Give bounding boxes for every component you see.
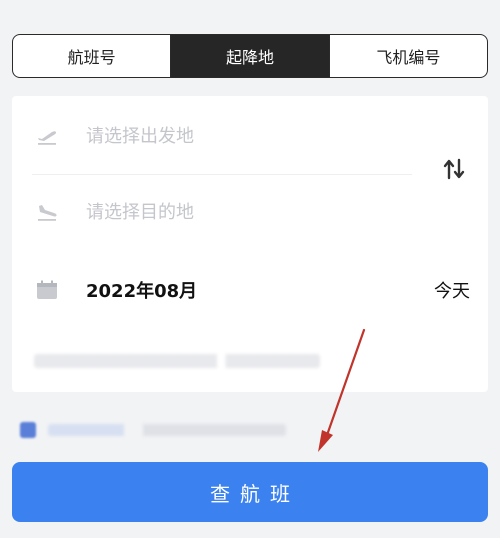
departure-input[interactable] [86,125,326,147]
search-flights-button[interactable]: 查航班 [12,462,488,522]
search-mode-tabs: 航班号 起降地 飞机编号 [12,34,488,78]
tab-label: 飞机编号 [376,48,441,67]
calendar-icon [34,280,60,300]
departure-row[interactable] [12,124,488,148]
destination-input[interactable] [86,201,326,223]
option-row[interactable] [20,420,320,440]
tab-aircraft-number[interactable]: 飞机编号 [328,35,487,77]
destination-row[interactable] [12,200,488,224]
blurred-info [34,354,320,368]
tab-label: 起降地 [225,48,274,67]
tab-route[interactable]: 起降地 [170,35,329,77]
takeoff-icon [34,126,60,146]
date-value: 2022年08月 [86,281,198,302]
checkbox[interactable] [20,422,36,438]
landing-icon [34,202,60,222]
route-form-card: 2022年08月 今天 [12,96,488,392]
blurred-option-text [48,424,286,436]
date-row[interactable]: 2022年08月 今天 [12,278,488,302]
today-shortcut[interactable]: 今天 [434,277,470,303]
tab-flight-number[interactable]: 航班号 [13,35,170,77]
tab-label: 航班号 [67,48,116,67]
swap-arrows-icon[interactable] [442,158,466,180]
divider [32,174,412,175]
